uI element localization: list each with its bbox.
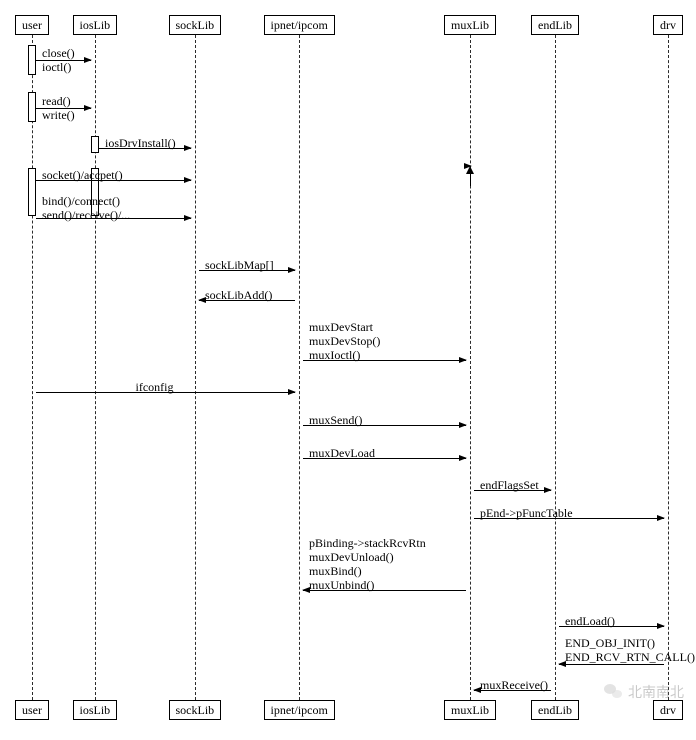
activation-2 — [28, 168, 36, 216]
participant-user-top: user — [15, 15, 49, 35]
msg-label-5-0: sockLibMap[] — [205, 258, 274, 272]
msg-label-14-0: endLoad() — [565, 614, 615, 628]
msg-label-6-0: sockLibAdd() — [205, 288, 272, 302]
lifeline-sockLib — [195, 35, 196, 700]
lifeline-iosLib — [95, 35, 96, 700]
participant-muxLib-top: muxLib — [444, 15, 496, 35]
msg-label-13-3: muxUnbind() — [309, 578, 374, 592]
msg-label-1-1: write() — [42, 108, 75, 122]
msg-label-7-1: muxDevStop() — [309, 334, 380, 348]
msg-label-8-0: ifconfig — [136, 380, 174, 394]
msg-label-4-0: bind()/connect() — [42, 194, 120, 208]
msg-label-0-0: close() — [42, 46, 75, 60]
msg-label-13-1: muxDevUnload() — [309, 550, 394, 564]
msg-label-4-1: send()/receive()/... — [42, 208, 130, 222]
participant-endLib-bottom: endLib — [531, 700, 579, 720]
watermark-text: 北南南北 — [628, 682, 684, 702]
participant-sockLib-top: sockLib — [169, 15, 222, 35]
participant-iosLib-bottom: iosLib — [73, 700, 118, 720]
lifeline-ipnet — [299, 35, 300, 700]
participant-drv-top: drv — [653, 15, 683, 35]
msg-label-7-2: muxIoctl() — [309, 348, 360, 362]
msg-label-2-0: iosDrvInstall() — [105, 136, 176, 150]
msg-label-0-1: ioctl() — [42, 60, 71, 74]
msg-label-16-0: muxReceive() — [480, 678, 548, 692]
activation-4 — [91, 136, 99, 153]
participant-endLib-top: endLib — [531, 15, 579, 35]
msg-label-11-0: endFlagsSet — [480, 478, 539, 492]
msg-label-15-1: END_RCV_RTN_CALL() — [565, 650, 695, 664]
participant-drv-bottom: drv — [653, 700, 683, 720]
msg-label-12-0: pEnd->pFuncTable — [480, 506, 573, 520]
msg-label-13-0: pBinding->stackRcvRtn — [309, 536, 426, 550]
lifeline-muxLib — [470, 35, 471, 700]
msg-label-13-2: muxBind() — [309, 564, 362, 578]
msg-label-1-0: read() — [42, 94, 71, 108]
msg-label-15-0: END_OBJ_INIT() — [565, 636, 655, 650]
participant-sockLib-bottom: sockLib — [169, 700, 222, 720]
lifeline-endLib — [555, 35, 556, 700]
participant-ipnet-top: ipnet/ipcom — [264, 15, 335, 35]
msg-label-3-0: socket()/accpet() — [42, 168, 123, 182]
msg-label-7-0: muxDevStart — [309, 320, 373, 334]
wechat-icon — [604, 682, 624, 702]
activation-0 — [28, 45, 36, 75]
arrow-15 — [559, 664, 664, 665]
msg-label-10-0: muxDevLoad — [309, 446, 375, 460]
stray-return-arrow — [470, 166, 471, 167]
watermark: 北南南北 — [604, 682, 684, 702]
lifeline-drv — [668, 35, 669, 700]
activation-1 — [28, 92, 36, 122]
participant-iosLib-top: iosLib — [73, 15, 118, 35]
msg-label-9-0: muxSend() — [309, 413, 362, 427]
lifeline-user — [32, 35, 33, 700]
participant-user-bottom: user — [15, 700, 49, 720]
participant-muxLib-bottom: muxLib — [444, 700, 496, 720]
participant-ipnet-bottom: ipnet/ipcom — [264, 700, 335, 720]
